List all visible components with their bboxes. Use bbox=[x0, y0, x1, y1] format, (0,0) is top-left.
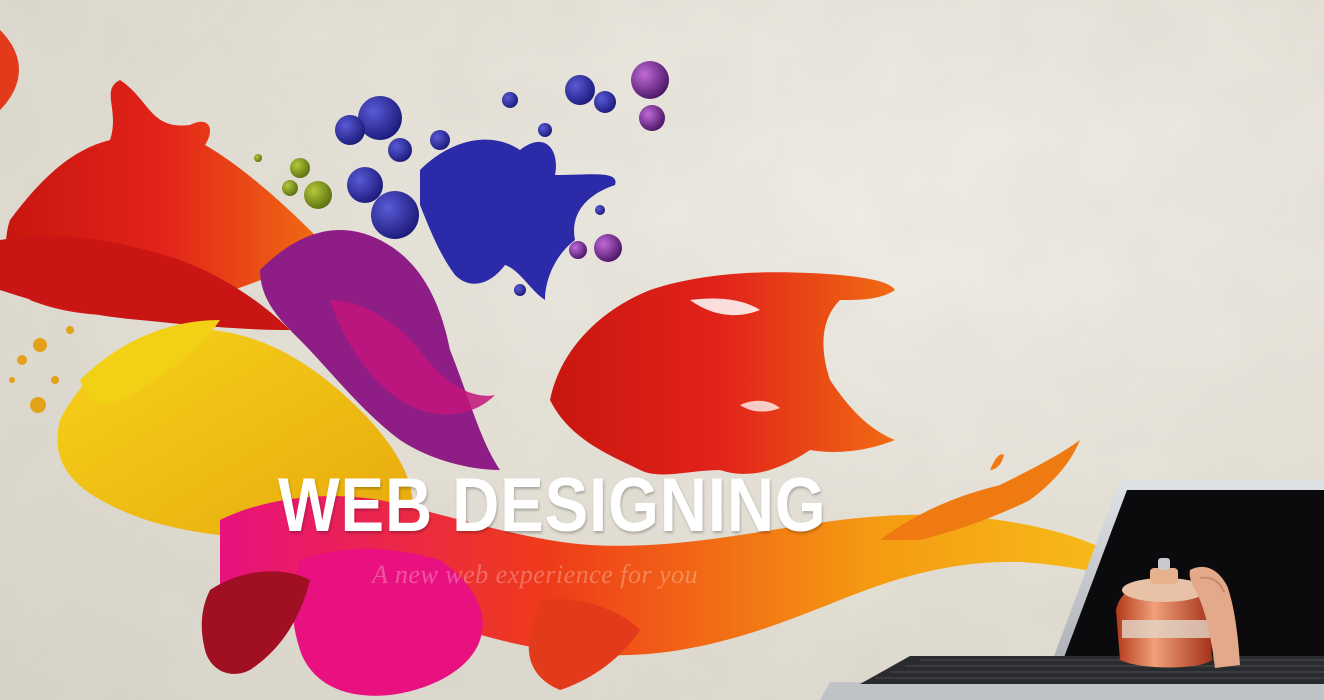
hero-banner: WEB DESIGNING A new web experience for y… bbox=[0, 0, 1324, 700]
laptop-illustration bbox=[820, 480, 1324, 700]
headline: WEB DESIGNING bbox=[278, 463, 827, 548]
laptop-keyboard bbox=[820, 656, 1324, 700]
tagline: A new web experience for you bbox=[372, 560, 699, 589]
